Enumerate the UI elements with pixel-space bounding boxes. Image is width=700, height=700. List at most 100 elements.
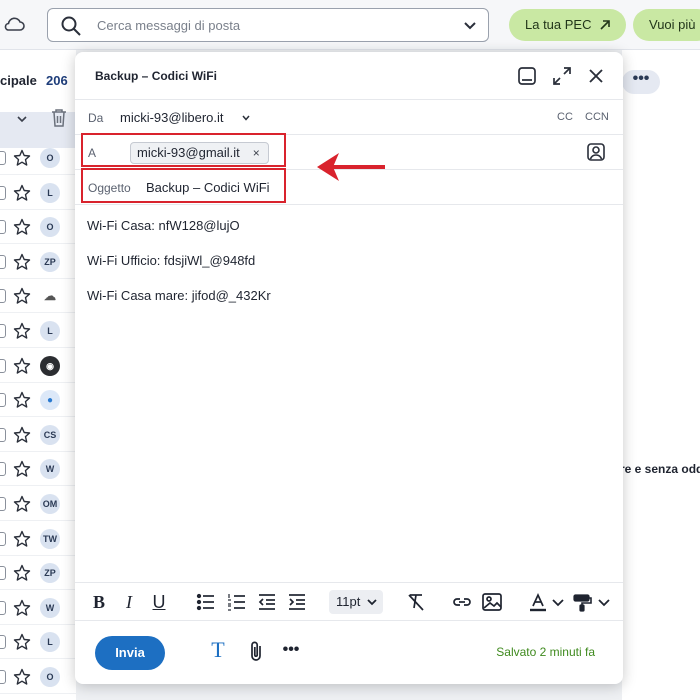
bulleted-list-icon[interactable] bbox=[195, 591, 217, 613]
star-icon[interactable] bbox=[13, 184, 31, 202]
search-bar[interactable]: Cerca messaggi di posta bbox=[47, 8, 489, 42]
pec-button[interactable]: La tua PEC bbox=[509, 9, 626, 41]
font-size-select[interactable]: 11pt bbox=[329, 590, 383, 614]
chevron-down-icon[interactable] bbox=[551, 591, 565, 613]
star-icon[interactable] bbox=[13, 633, 31, 651]
row-checkbox[interactable] bbox=[0, 600, 6, 615]
avatar: O bbox=[40, 217, 60, 238]
list-item[interactable]: W bbox=[0, 591, 76, 625]
row-checkbox[interactable] bbox=[0, 670, 6, 684]
attachment-icon[interactable] bbox=[245, 639, 267, 663]
list-item[interactable]: CS bbox=[0, 418, 76, 452]
pec-button-label: La tua PEC bbox=[525, 17, 592, 32]
minimize-icon[interactable] bbox=[516, 65, 538, 87]
message-body[interactable]: Wi-Fi Casa: nfW128@lujO Wi-Fi Ufficio: f… bbox=[75, 205, 623, 582]
link-icon[interactable] bbox=[451, 591, 473, 613]
list-item[interactable]: ZP bbox=[0, 556, 76, 591]
star-icon[interactable] bbox=[13, 218, 31, 236]
avatar: L bbox=[40, 321, 60, 341]
list-item[interactable]: OM bbox=[0, 487, 76, 521]
image-icon[interactable] bbox=[481, 591, 503, 613]
avatar: W bbox=[40, 459, 60, 480]
row-checkbox[interactable] bbox=[0, 358, 6, 373]
highlight-icon[interactable] bbox=[571, 591, 593, 613]
row-checkbox[interactable] bbox=[0, 151, 6, 165]
row-checkbox[interactable] bbox=[0, 531, 6, 546]
cloud-icon[interactable] bbox=[2, 13, 26, 35]
underline-button[interactable]: U bbox=[149, 591, 169, 613]
row-checkbox[interactable] bbox=[0, 497, 6, 511]
star-icon[interactable] bbox=[13, 460, 31, 478]
numbered-list-icon[interactable] bbox=[226, 591, 248, 613]
star-icon[interactable] bbox=[13, 495, 31, 513]
row-checkbox[interactable] bbox=[0, 220, 6, 235]
avatar: ZP bbox=[40, 563, 60, 584]
chevron-down-icon[interactable] bbox=[462, 18, 478, 34]
contacts-icon[interactable] bbox=[586, 142, 606, 162]
more-options-button[interactable]: ••• bbox=[622, 70, 660, 94]
chevron-down-icon[interactable] bbox=[241, 113, 251, 123]
chevron-down-icon[interactable] bbox=[597, 591, 611, 613]
row-checkbox[interactable] bbox=[0, 566, 6, 581]
list-item[interactable]: O bbox=[0, 141, 76, 175]
italic-button[interactable]: I bbox=[119, 591, 139, 613]
list-item[interactable]: ◉ bbox=[0, 349, 76, 383]
list-item[interactable]: ☁ bbox=[0, 279, 76, 314]
star-icon[interactable] bbox=[13, 287, 31, 305]
formatting-toolbar: B I U 11pt bbox=[75, 582, 623, 620]
chevron-down-icon[interactable] bbox=[15, 112, 29, 126]
star-icon[interactable] bbox=[13, 599, 31, 617]
list-item[interactable]: O bbox=[0, 210, 76, 245]
list-item[interactable]: W bbox=[0, 452, 76, 487]
indent-icon[interactable] bbox=[286, 591, 308, 613]
send-button[interactable]: Invia bbox=[95, 636, 165, 670]
list-item[interactable]: O bbox=[0, 660, 76, 694]
avatar: L bbox=[40, 632, 60, 653]
star-icon[interactable] bbox=[13, 149, 31, 167]
bcc-button[interactable]: CCN bbox=[585, 111, 609, 123]
from-value[interactable]: micki-93@libero.it bbox=[120, 110, 224, 125]
avatar: O bbox=[40, 148, 60, 168]
formatting-toggle-icon[interactable]: T bbox=[207, 639, 229, 661]
search-placeholder: Cerca messaggi di posta bbox=[97, 18, 241, 33]
star-icon[interactable] bbox=[13, 322, 31, 340]
star-icon[interactable] bbox=[13, 357, 31, 375]
row-checkbox[interactable] bbox=[0, 254, 6, 269]
list-item[interactable]: L bbox=[0, 625, 76, 660]
close-icon[interactable] bbox=[585, 65, 607, 87]
recipient-highlight-box bbox=[81, 133, 286, 167]
star-icon[interactable] bbox=[13, 564, 31, 582]
more-icon[interactable]: ••• bbox=[280, 639, 302, 661]
avatar: ● bbox=[40, 390, 60, 411]
expand-icon[interactable] bbox=[551, 65, 573, 87]
list-item[interactable]: L bbox=[0, 314, 76, 348]
row-checkbox[interactable] bbox=[0, 635, 6, 650]
list-item[interactable]: TW bbox=[0, 522, 76, 556]
bold-button[interactable]: B bbox=[89, 591, 109, 613]
text-color-icon[interactable] bbox=[527, 591, 549, 613]
star-icon[interactable] bbox=[13, 253, 31, 271]
row-checkbox[interactable] bbox=[0, 427, 6, 442]
clear-formatting-icon[interactable] bbox=[405, 591, 427, 613]
upgrade-button[interactable]: Vuoi più bbox=[633, 9, 700, 41]
outdent-icon[interactable] bbox=[256, 591, 278, 613]
list-item[interactable]: ZP bbox=[0, 245, 76, 279]
compose-header: Backup – Codici WiFi bbox=[75, 52, 623, 100]
font-size-value: 11pt bbox=[336, 594, 361, 609]
row-checkbox[interactable] bbox=[0, 289, 6, 304]
row-checkbox[interactable] bbox=[0, 185, 6, 200]
star-icon[interactable] bbox=[13, 426, 31, 444]
list-item[interactable]: L bbox=[0, 176, 76, 210]
cc-button[interactable]: CC bbox=[557, 111, 573, 123]
saved-status: Salvato 2 minuti fa bbox=[496, 645, 595, 659]
row-checkbox[interactable] bbox=[0, 393, 6, 408]
list-item[interactable]: ● bbox=[0, 383, 76, 418]
row-checkbox[interactable] bbox=[0, 462, 6, 477]
reading-pane: ••• bbox=[622, 50, 700, 700]
star-icon[interactable] bbox=[13, 530, 31, 548]
trash-icon[interactable] bbox=[50, 108, 68, 128]
row-checkbox[interactable] bbox=[0, 324, 6, 338]
star-icon[interactable] bbox=[13, 391, 31, 409]
star-icon[interactable] bbox=[13, 668, 31, 686]
external-arrow-icon bbox=[600, 20, 610, 30]
